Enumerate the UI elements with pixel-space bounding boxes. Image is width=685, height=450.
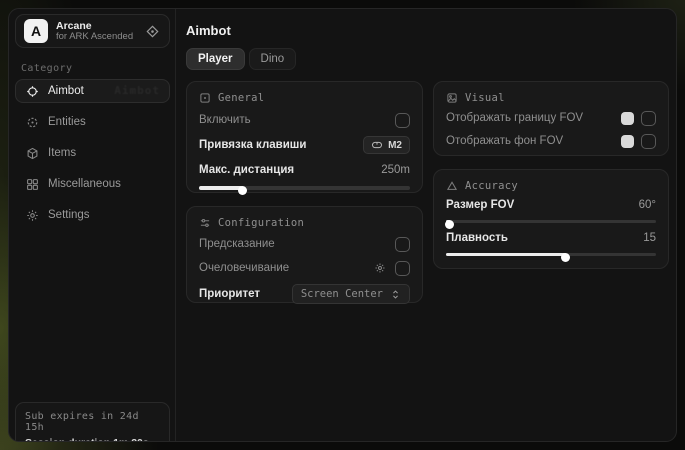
slider-knob[interactable] [238,186,247,195]
keybind-value: M2 [388,140,402,151]
priority-row: Приоритет Screen Center [199,283,410,305]
slider-fill [199,186,243,190]
gear-icon [25,208,39,222]
sidebar-item-label: Items [48,147,76,159]
distance-value: 250m [381,164,410,176]
slider-fill [446,253,566,257]
tab-player[interactable]: Player [186,48,245,70]
sidebar-item-settings[interactable]: Settings [15,203,170,227]
prediction-label: Предсказание [199,238,395,250]
fov-border-color-swatch[interactable] [621,112,634,125]
prediction-checkbox[interactable] [395,237,410,252]
fov-bg-label: Отображать фон FOV [446,135,621,147]
smoothness-row: Плавность 15 [446,229,656,247]
smoothness-label: Плавность [446,232,643,244]
slider-fill [446,220,450,224]
visual-card: Visual Отображать границу FOV Отображать… [433,81,669,156]
sub-expires-text: Sub expires in 24d 15h [25,411,160,433]
sidebar-item-label: Aimbot [48,85,84,97]
prediction-row: Предсказание [199,235,410,253]
image-icon [446,92,458,104]
fov-bg-checkbox[interactable] [641,134,656,149]
general-header-label: General [218,92,264,104]
slider-knob[interactable] [445,220,454,229]
app-subtitle: for ARK Ascended [56,32,137,43]
general-card: General Включить Привязка клавиши M2 [186,81,423,193]
scan-icon [25,115,39,129]
aimbot-ghost-watermark: Aimbot [114,84,160,97]
general-card-header: General [199,92,410,104]
fov-bg-row: Отображать фон FOV [446,132,656,150]
enable-checkbox[interactable] [395,113,410,128]
slider-track [446,220,656,224]
enable-label: Включить [199,114,395,126]
app-logo: A [24,19,48,43]
category-label: Category [21,63,72,74]
target-icon[interactable] [145,23,161,39]
target-box-icon [199,92,211,104]
crosshair-icon [25,84,39,98]
sidebar-item-aimbot[interactable]: Aimbot Aimbot [15,79,170,103]
sidebar-item-label: Miscellaneous [48,178,121,190]
priority-value: Screen Center [301,288,383,300]
distance-slider[interactable] [199,186,410,190]
slider-knob[interactable] [561,253,570,262]
sidebar-item-items[interactable]: Items [15,141,170,165]
logo-text: Arcane for ARK Ascended [56,20,137,43]
keybind-button[interactable]: M2 [363,136,410,154]
sidebar-item-miscellaneous[interactable]: Miscellaneous [15,172,170,196]
configuration-header-label: Configuration [218,217,304,229]
humanization-gear-icon[interactable] [374,262,387,275]
configuration-card: Configuration Предсказание Очеловечивани… [186,206,423,303]
sidebar-nav: Aimbot Aimbot Entities Items [15,79,170,227]
accuracy-card-header: Accuracy [446,180,656,192]
sidebar-item-label: Entities [48,116,86,128]
page-title: Aimbot [186,23,231,38]
fov-border-row: Отображать границу FOV [446,109,656,127]
grid-icon [25,177,39,191]
distance-row: Макс. дистанция 250m [199,161,410,179]
main-content: Aimbot Player Dino General Включить Прив… [176,9,676,441]
fov-size-value: 60° [639,199,656,211]
session-duration-text: Session duration 1m 20s [25,437,160,442]
visual-header-label: Visual [465,92,505,104]
mouse-icon [371,139,383,151]
triangle-icon [446,180,458,192]
chevrons-up-down-icon [390,289,401,300]
priority-label: Приоритет [199,288,292,300]
humanization-label: Очеловечивание [199,262,374,274]
menu-window: A Arcane for ARK Ascended Category Aimbo… [8,8,677,442]
session-info-card: Sub expires in 24d 15h Session duration … [15,402,170,442]
distance-label: Макс. дистанция [199,164,381,176]
fov-border-label: Отображать границу FOV [446,112,621,124]
accuracy-header-label: Accuracy [465,180,518,192]
sidebar: A Arcane for ARK Ascended Category Aimbo… [9,9,176,441]
fov-size-label: Размер FOV [446,199,639,211]
smoothness-slider[interactable] [446,251,656,258]
tab-bar: Player Dino [186,48,296,70]
accuracy-card: Accuracy Размер FOV 60° Плавность 15 [433,169,669,269]
package-icon [25,146,39,160]
configuration-card-header: Configuration [199,217,410,229]
app-title: Arcane [56,20,137,32]
fov-size-row: Размер FOV 60° [446,196,656,214]
logo-card: A Arcane for ARK Ascended [15,14,170,48]
smoothness-value: 15 [643,232,656,244]
visual-card-header: Visual [446,92,656,104]
fov-bg-color-swatch[interactable] [621,135,634,148]
sliders-icon [199,217,211,229]
sidebar-item-label: Settings [48,209,90,221]
enable-row: Включить [199,111,410,129]
sidebar-item-entities[interactable]: Entities [15,110,170,134]
keybind-row: Привязка клавиши M2 [199,136,410,154]
humanization-checkbox[interactable] [395,261,410,276]
fov-border-checkbox[interactable] [641,111,656,126]
priority-dropdown[interactable]: Screen Center [292,284,410,304]
tab-dino[interactable]: Dino [249,48,297,70]
humanization-row: Очеловечивание [199,259,410,277]
fov-size-slider[interactable] [446,218,656,225]
keybind-label: Привязка клавиши [199,139,363,151]
